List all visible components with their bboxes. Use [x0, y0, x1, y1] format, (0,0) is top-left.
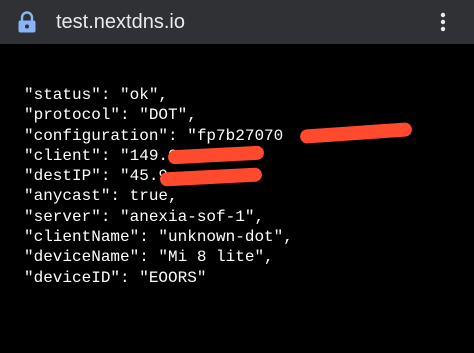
more-vertical-icon[interactable] [436, 11, 450, 33]
lock-icon[interactable] [17, 11, 37, 33]
url-text[interactable]: test.nextdns.io [56, 8, 185, 36]
json-line-device-id: "deviceID": "EOORS" [24, 268, 207, 287]
json-line-configuration: "configuration": "fp7b27070 [24, 126, 284, 145]
json-line-anycast: "anycast": true, [24, 187, 178, 206]
json-line-status: "status": "ok", [24, 86, 169, 104]
json-line-server: "server": "anexia-sof-1", [24, 207, 265, 226]
json-line-device-name: "deviceName": "Mi 8 lite", [24, 248, 274, 267]
redaction-mark-configuration [299, 122, 413, 144]
json-response: "status": "ok", "protocol": "DOT", "conf… [24, 85, 293, 288]
json-line-protocol: "protocol": "DOT", [24, 106, 197, 125]
browser-window: test.nextdns.io "status": "ok", "protoco… [0, 0, 474, 353]
address-bar[interactable]: test.nextdns.io [0, 0, 474, 44]
json-line-client-name: "clientName": "unknown-dot", [24, 228, 293, 247]
